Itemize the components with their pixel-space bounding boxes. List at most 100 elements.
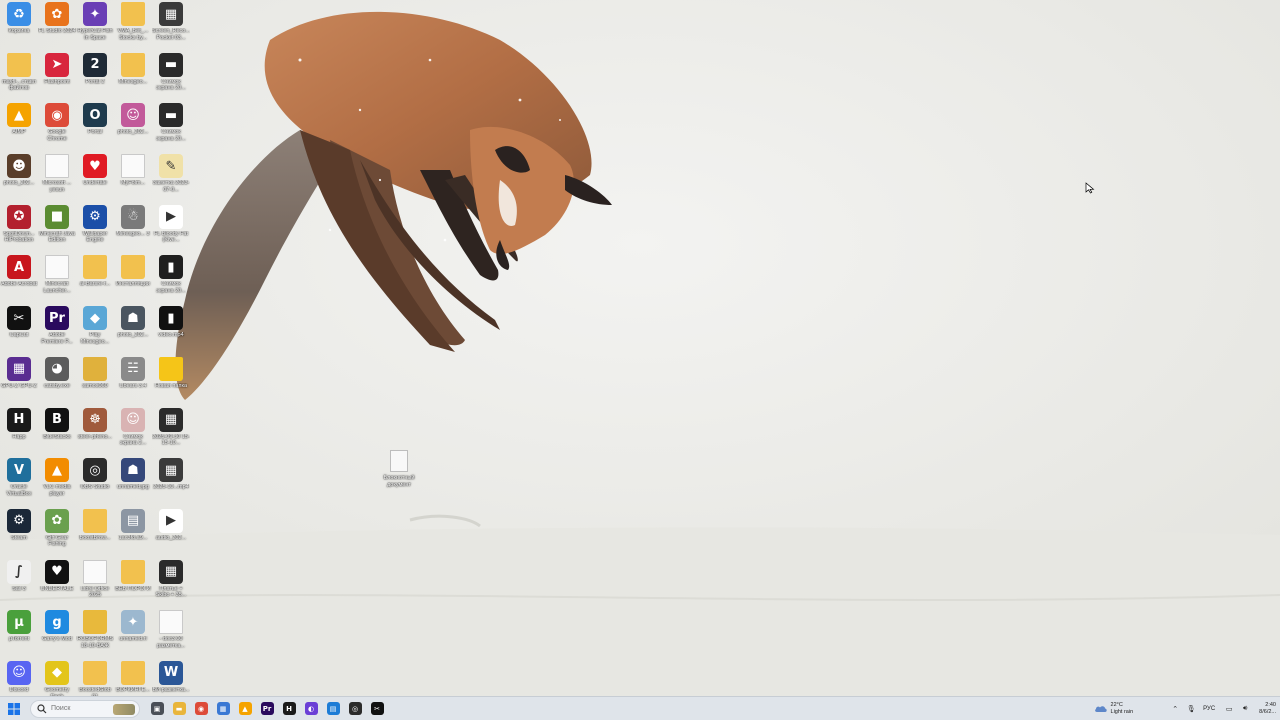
desktop-shortcut[interactable]: ▮ Снимок экрана 20... (152, 253, 190, 304)
desktop-shortcut[interactable]: ✦ unnamed.rl (114, 608, 152, 659)
desktop-shortcut[interactable]: ⚙ Wallpaper Engine (76, 203, 114, 254)
steam-icon: ⚙ (7, 508, 31, 533)
desktop-shortcut[interactable]: ROBOFORMS 18-10-ВАЖ (76, 608, 114, 659)
desktop-shortcut[interactable]: ✿ FL Studio 2024 (38, 0, 76, 51)
taskbar-app-button[interactable]: ◎ (344, 697, 366, 720)
show-hidden-icons-button[interactable]: ⌃ (1167, 697, 1183, 720)
desktop-shortcut[interactable]: 2 Portal 2 (76, 51, 114, 102)
desktop-file-text-document[interactable]: Блокнотный документ (378, 450, 420, 488)
network-icon[interactable]: ▭ (1221, 697, 1237, 720)
desktop-shortcut-label: Garry's Mod (42, 636, 72, 643)
desktop-shortcut[interactable]: mayfl-...ставл файлов (0, 51, 38, 102)
desktop-shortcut[interactable]: ▦ Screen_Reco... Pocket 03... (152, 0, 190, 51)
desktop-shortcut[interactable]: Libre Office 2025 (76, 558, 114, 609)
undertale-icon: ♥ (83, 154, 107, 179)
search-highlight-image (113, 703, 135, 715)
taskbar-app-button[interactable]: H (278, 697, 300, 720)
document-icon (45, 154, 69, 179)
desktop-shortcut[interactable]: - doc3.00 разметка... (152, 608, 190, 659)
desktop-shortcut[interactable]: ♥ UNDERTALE (38, 558, 76, 609)
desktop-shortcut[interactable]: ☵ Ubears 3.4 (114, 355, 152, 406)
desktop-shortcut[interactable]: samos060 (76, 355, 114, 406)
desktop-shortcut-label: al-Barsre-f... (79, 281, 111, 288)
desktop-shortcut[interactable]: µ µTorrent (0, 608, 38, 659)
desktop-shortcut[interactable]: ☺ Снимок экрана 2... (114, 406, 152, 457)
desktop-shortcut-label: UNDERTALE (40, 585, 74, 592)
taskbar-app-button[interactable]: ▤ (322, 697, 344, 720)
video-file-icon: ▦ (159, 458, 183, 483)
desktop-shortcut[interactable]: ☃ Minesgeo... 3 (114, 203, 152, 254)
desktop-shortcut[interactable]: ▶ audio_202... (152, 507, 190, 558)
taskbar-app-button[interactable]: ▦ (212, 697, 234, 720)
desktop-shortcut[interactable]: ▶ FL Bloody Fat (Kive... (152, 203, 190, 254)
desktop-shortcut-label: audio_202... (155, 534, 187, 541)
image-file-icon: ☗ (121, 458, 145, 483)
desktop-shortcut[interactable]: ВЕБ ПОРОГИ (114, 558, 152, 609)
desktop-shortcut[interactable]: Minecraft Launcher... (38, 253, 76, 304)
taskbar-app-button[interactable]: ◐ (300, 697, 322, 720)
desktop-shortcut[interactable]: ▦ 2025-10...mp4 (152, 456, 190, 507)
desktop-shortcut[interactable]: ▲ AIMP (0, 101, 38, 152)
desktop-shortcut[interactable]: ✎ Заметка 2023-07-0... (152, 152, 190, 203)
taskbar-app-button[interactable]: ▣ (146, 697, 168, 720)
desktop-shortcut[interactable]: MyFolm... (114, 152, 152, 203)
taskbar-clock[interactable]: 2:40 8/6/2... (1259, 702, 1276, 715)
desktop-shortcut[interactable]: ▦ GPU-Z GPU-Z (0, 355, 38, 406)
volume-icon[interactable]: 🔊︎ (1237, 697, 1253, 720)
image-file-icon: ☺ (121, 407, 145, 432)
desktop-shortcut[interactable]: ▦ 2025-09-30 15-15-10... (152, 406, 190, 457)
desktop-shortcut[interactable]: VMA_Bet_... Stocks by... (114, 0, 152, 51)
desktop-shortcut[interactable]: BoostBrow... (76, 507, 114, 558)
taskbar-app-button[interactable]: ▬ (168, 697, 190, 720)
taskbar-app-button[interactable]: Pr (256, 697, 278, 720)
taskbar-app-button[interactable]: ▲ (234, 697, 256, 720)
desktop-shortcut[interactable]: B BlueStacks (38, 406, 76, 457)
microphone-icon[interactable]: 🎙︎ (1183, 697, 1199, 720)
weather-widget[interactable]: 22°C Light rain (1094, 702, 1133, 715)
desktop-shortcut[interactable]: ▦ Платье + Skibo + 35... (152, 558, 190, 609)
desktop-shortcut[interactable]: al-Barsre-f... (76, 253, 114, 304)
input-language-indicator[interactable]: РУС (1203, 706, 1215, 712)
desktop-shortcut[interactable]: ☺ photo_202... (114, 101, 152, 152)
desktop-shortcut[interactable]: ∫ Sail 3 (0, 558, 38, 609)
desktop-shortcut[interactable]: ▲ VLC media player (38, 456, 76, 507)
desktop-shortcut[interactable]: ◎ OBS Studio (76, 456, 114, 507)
desktop-shortcut[interactable]: ♥ Undertale (76, 152, 114, 203)
desktop-shortcut[interactable]: ◆ Play Minesgeo... (76, 304, 114, 355)
desktop-shortcut[interactable]: ✿ Gift Gear Fishing (38, 507, 76, 558)
desktop-shortcut[interactable]: Pr Adobe Premiere P... (38, 304, 76, 355)
desktop-shortcut[interactable]: ■ Minecraft Java Edition (38, 203, 76, 254)
desktop-shortcut[interactable]: ◕ catsby.exe (38, 355, 76, 406)
taskbar-search-box[interactable] (30, 699, 140, 718)
start-button[interactable] (0, 697, 28, 720)
taskbar-app-button[interactable]: ◉ (190, 697, 212, 720)
desktop-shortcut[interactable]: ☗ unnamed.jpg (114, 456, 152, 507)
desktop-shortcut[interactable]: ▬ Снимок экрана 20... (152, 51, 190, 102)
desktop-shortcut[interactable]: ⚙ Steam (0, 507, 38, 558)
desktop-shortcut[interactable]: A Adobe Acrobat (0, 253, 38, 304)
desktop-shortcut[interactable]: Инсталляции (114, 253, 152, 304)
desktop-shortcut[interactable]: ☻ photo_202... (0, 152, 38, 203)
desktop-shortcut[interactable]: g Garry's Mod (38, 608, 76, 659)
desktop-shortcut[interactable]: Microsoft ... yesun (38, 152, 76, 203)
desktop-shortcut[interactable]: ☗ photo_202... (114, 304, 152, 355)
desktop-shortcut[interactable]: H Happ (0, 406, 38, 457)
desktop-shortcut[interactable]: Minesgeo... (114, 51, 152, 102)
taskbar-app-button[interactable]: ✂ (366, 697, 388, 720)
desktop-shortcut[interactable]: ☸ steer-pheno... (76, 406, 114, 457)
folder-icon (159, 356, 183, 381)
desktop-shortcut[interactable]: ▬ Снимок экрана 20... (152, 101, 190, 152)
image-file-icon: ▤ (121, 508, 145, 533)
desktop-shortcut[interactable]: O Portal (76, 101, 114, 152)
desktop-shortcut[interactable]: ✦ HyperCat Fish In Space (76, 0, 114, 51)
desktop-shortcut[interactable]: ▮ video.mp4 (152, 304, 190, 355)
desktop-shortcut[interactable]: ▤ 1ac3f8.a9... (114, 507, 152, 558)
desktop-shortcut[interactable]: ◉ Google Chrome (38, 101, 76, 152)
desktop-shortcut[interactable]: V Oracle VirtualBox (0, 456, 38, 507)
desktop-shortcut[interactable]: ➤ Flashpoint (38, 51, 76, 102)
search-input[interactable] (51, 705, 111, 712)
desktop-shortcut[interactable]: ✂ CapCut (0, 304, 38, 355)
desktop-shortcut[interactable]: Новая папка (152, 355, 190, 406)
desktop-shortcut[interactable]: ✪ SpotiDown... HiProbation (0, 203, 38, 254)
desktop-shortcut[interactable]: ♻ Корзина (0, 0, 38, 51)
